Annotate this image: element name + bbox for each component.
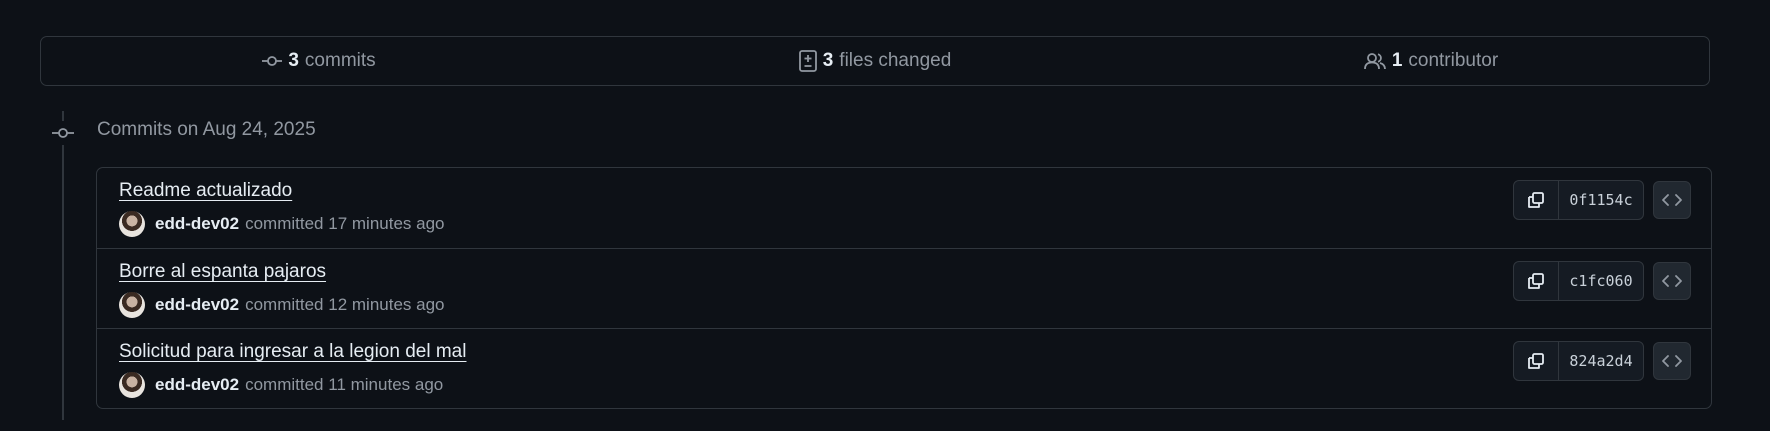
- commit-title-link[interactable]: Borre al espanta pajaros: [119, 261, 326, 283]
- commit-author[interactable]: edd-dev02: [155, 375, 239, 395]
- commit-row: Readme actualizado edd-dev02 committed 1…: [97, 168, 1711, 248]
- people-icon: [1363, 52, 1386, 70]
- avatar[interactable]: [119, 211, 145, 237]
- commit-row: Borre al espanta pajaros edd-dev02 commi…: [97, 248, 1711, 328]
- commit-meta: edd-dev02 committed 12 minutes ago: [119, 292, 445, 318]
- browse-repo-button[interactable]: [1653, 342, 1691, 380]
- commit-actions: c1fc060: [1513, 261, 1691, 301]
- copy-sha-button[interactable]: [1514, 262, 1559, 300]
- avatar[interactable]: [119, 292, 145, 318]
- commit-action: committed: [245, 295, 324, 314]
- browse-repo-button[interactable]: [1653, 262, 1691, 300]
- commit-list: Readme actualizado edd-dev02 committed 1…: [96, 167, 1712, 409]
- git-commit-icon: [262, 54, 283, 68]
- commit-sha-link[interactable]: 0f1154c: [1559, 181, 1643, 219]
- avatar[interactable]: [119, 372, 145, 398]
- commit-time: 11 minutes ago: [328, 375, 444, 394]
- browse-repo-button[interactable]: [1653, 181, 1691, 219]
- commit-action: committed: [245, 214, 324, 233]
- commit-meta: edd-dev02 committed 17 minutes ago: [119, 211, 445, 237]
- files-changed-count: 3: [822, 50, 834, 71]
- file-diff-icon: [798, 50, 817, 72]
- copy-icon: [1528, 192, 1544, 208]
- commits-count: 3: [288, 50, 299, 71]
- timeline-line: [62, 111, 64, 420]
- commit-title-link[interactable]: Solicitud para ingresar a la legion del …: [119, 341, 466, 363]
- sha-button-group: 0f1154c: [1513, 180, 1644, 220]
- commit-sha-link[interactable]: 824a2d4: [1559, 342, 1643, 380]
- commit-title-link[interactable]: Readme actualizado: [119, 180, 292, 202]
- commit-time: 12 minutes ago: [328, 295, 445, 314]
- contributors-stat: 1 contributor: [1153, 50, 1709, 72]
- code-icon: [1662, 194, 1682, 206]
- git-commit-icon: [51, 121, 75, 145]
- commit-actions: 824a2d4: [1513, 341, 1691, 381]
- sha-button-group: 824a2d4: [1513, 341, 1644, 381]
- commit-stats-bar: 3 commits 3 files changed 1 contributor: [40, 36, 1710, 86]
- files-changed-label: files changed: [839, 50, 952, 71]
- sha-button-group: c1fc060: [1513, 261, 1644, 301]
- copy-sha-button[interactable]: [1514, 181, 1559, 219]
- contributors-label: contributor: [1408, 50, 1499, 71]
- commit-author[interactable]: edd-dev02: [155, 295, 239, 315]
- files-changed-stat: 3 files changed: [597, 50, 1153, 72]
- commit-row: Solicitud para ingresar a la legion del …: [97, 328, 1711, 408]
- commit-action: committed: [245, 375, 324, 394]
- copy-icon: [1528, 273, 1544, 289]
- commit-group-heading: Commits on Aug 24, 2025: [97, 119, 316, 140]
- commit-time: 17 minutes ago: [328, 214, 445, 233]
- commit-actions: 0f1154c: [1513, 180, 1691, 220]
- code-icon: [1662, 275, 1682, 287]
- copy-icon: [1528, 353, 1544, 369]
- copy-sha-button[interactable]: [1514, 342, 1559, 380]
- commit-sha-link[interactable]: c1fc060: [1559, 262, 1643, 300]
- commits-label: commits: [304, 50, 376, 71]
- commits-count-stat: 3 commits: [41, 50, 597, 72]
- contributors-count: 1: [1391, 50, 1403, 71]
- commit-meta: edd-dev02 committed 11 minutes ago: [119, 372, 443, 398]
- code-icon: [1662, 355, 1682, 367]
- commit-author[interactable]: edd-dev02: [155, 214, 239, 234]
